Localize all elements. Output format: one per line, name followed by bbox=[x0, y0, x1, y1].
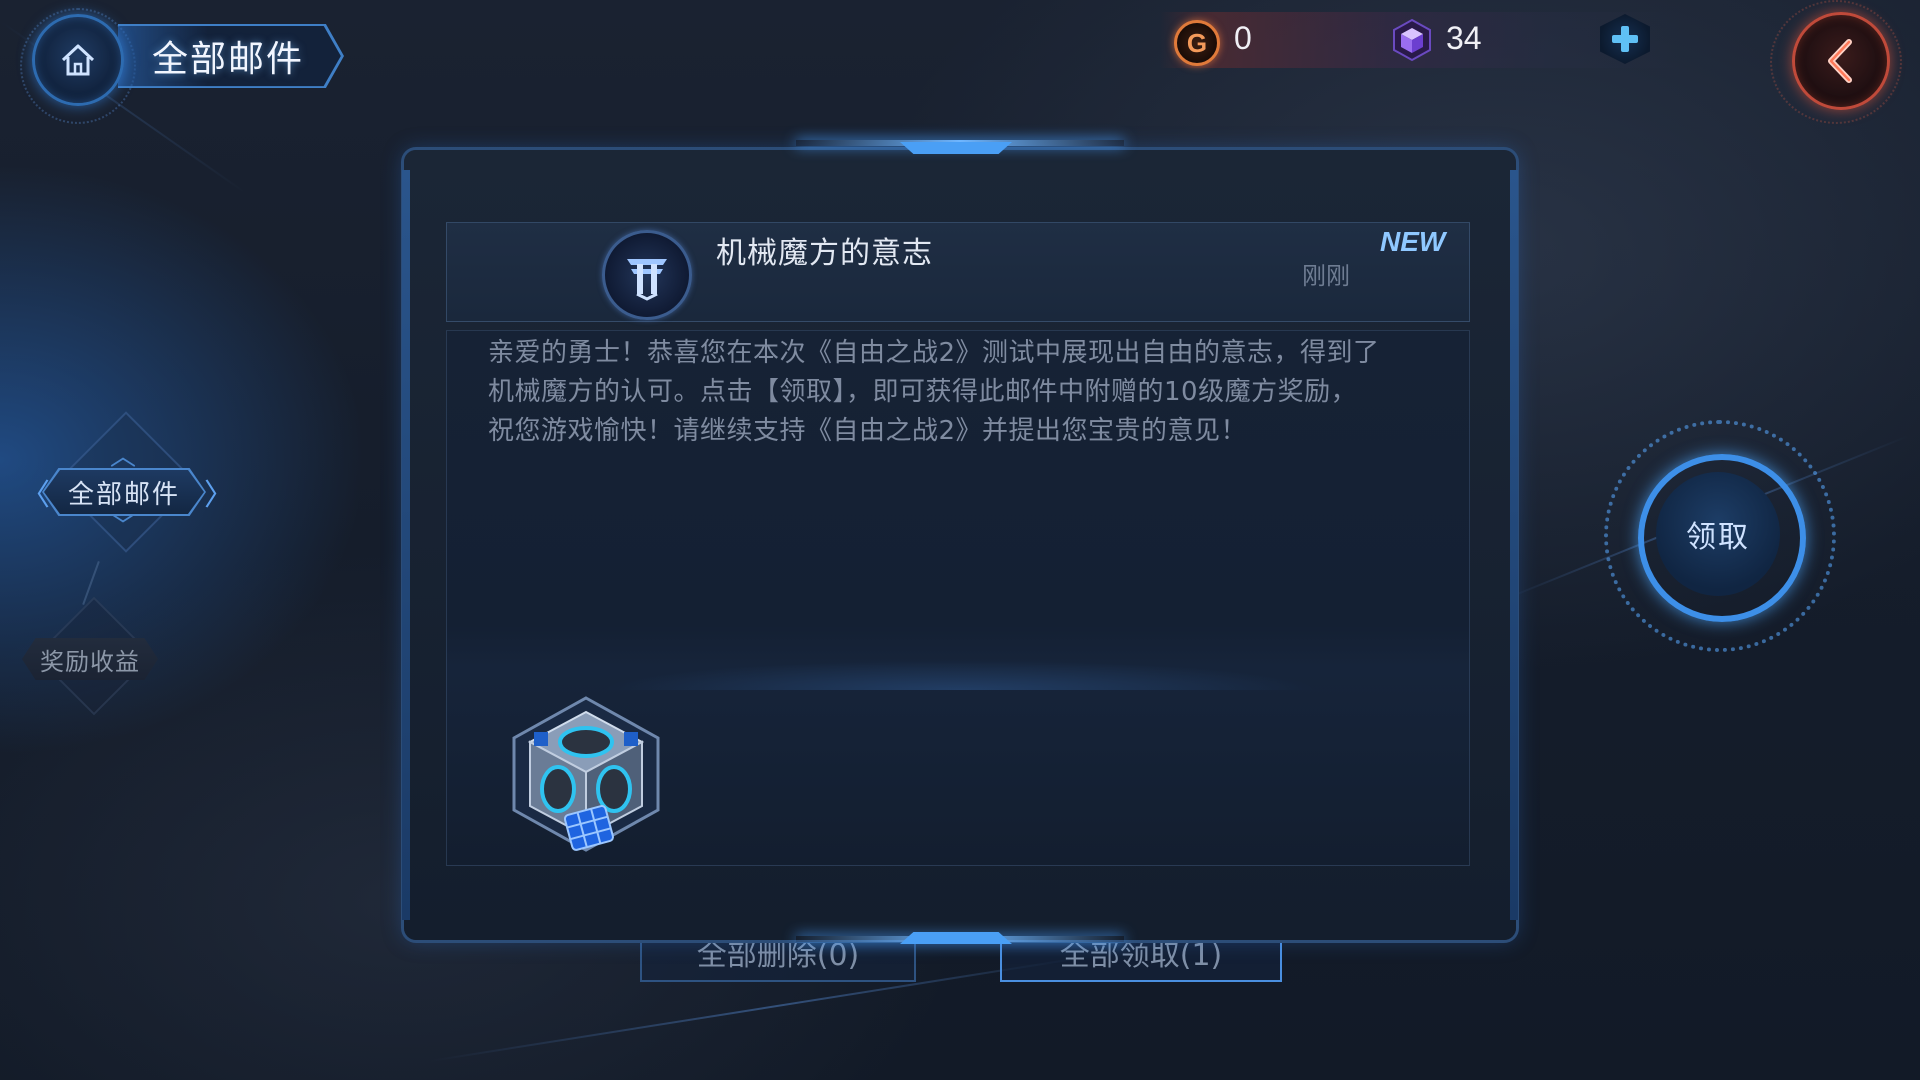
mail-body-line: 祝您游戏愉快！请继续支持《自由之战2》并提出您宝贵的意见！ bbox=[488, 416, 1248, 446]
mail-timestamp: 刚刚 bbox=[1302, 262, 1350, 290]
dialog-left-edge bbox=[402, 170, 410, 920]
new-badge: NEW bbox=[1380, 226, 1446, 257]
nav-item-all-mail[interactable]: 全部邮件 bbox=[44, 470, 204, 514]
nav-next-icon[interactable]: 〉 bbox=[204, 470, 234, 514]
nav-prev-icon[interactable]: 〈 bbox=[20, 470, 50, 514]
dialog-bottom-notch bbox=[900, 932, 1012, 944]
dialog-top-notch bbox=[900, 142, 1012, 154]
cube-amount: 34 bbox=[1446, 20, 1482, 56]
gold-coin-icon: G bbox=[1174, 20, 1220, 66]
page-title: 全部邮件 bbox=[152, 39, 305, 80]
back-arrow-icon bbox=[1828, 39, 1852, 83]
mail-body-text: 亲爱的勇士！恭喜您在本次《自由之战2》测试中展现出自由的意志，得到了 机械魔方的… bbox=[488, 334, 1448, 451]
body-divider-glow bbox=[600, 660, 1320, 690]
dialog-right-edge bbox=[1510, 170, 1518, 920]
home-icon bbox=[61, 44, 95, 76]
nav-item-rewards[interactable]: 奖励收益 bbox=[22, 638, 158, 680]
mail-body-line: 机械魔方的认可。点击【领取】，即可获得此邮件中附赠的10级魔方奖励， bbox=[488, 377, 1358, 407]
mechanical-cube-icon[interactable] bbox=[508, 694, 664, 864]
cube-gem-icon bbox=[1393, 18, 1431, 62]
home-button[interactable] bbox=[32, 14, 124, 106]
gold-amount: 0 bbox=[1234, 20, 1252, 56]
chevron-up-icon: ︿ bbox=[110, 442, 137, 472]
plus-icon bbox=[1612, 26, 1638, 52]
back-button[interactable] bbox=[1792, 12, 1890, 110]
mail-body-line: 亲爱的勇士！恭喜您在本次《自由之战2》测试中展现出自由的意志，得到了 bbox=[488, 338, 1380, 368]
sender-emblem-icon bbox=[627, 259, 667, 301]
claim-button[interactable]: 领取 bbox=[1656, 472, 1780, 596]
mail-subject: 机械魔方的意志 bbox=[716, 236, 933, 271]
sender-avatar bbox=[602, 230, 692, 320]
